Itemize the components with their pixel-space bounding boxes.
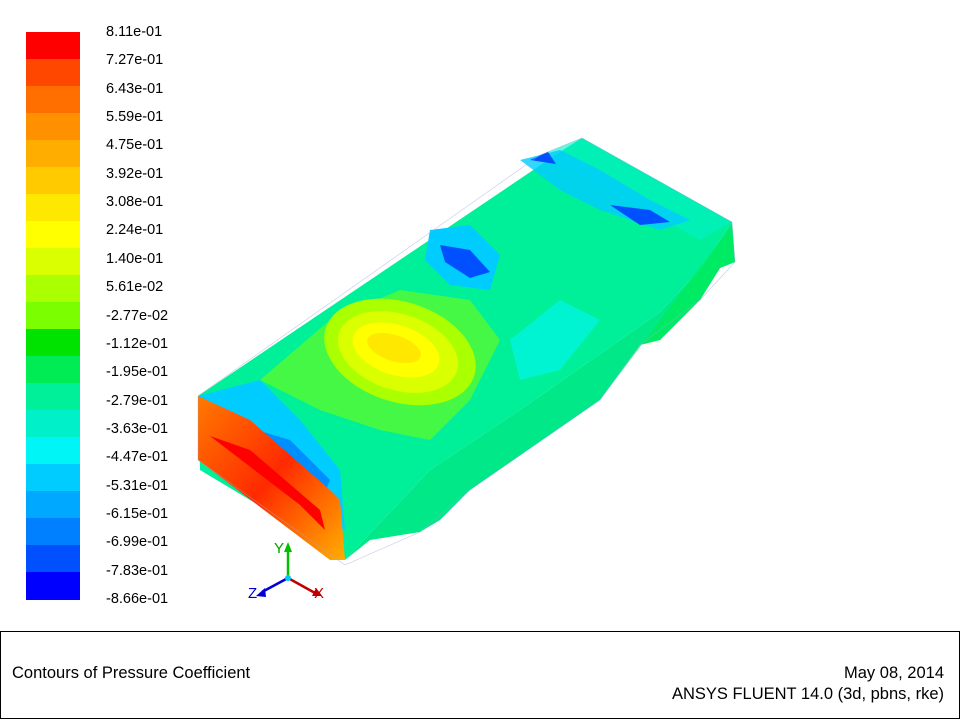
legend-tick-label: 1.40e-01 bbox=[106, 250, 164, 267]
legend-swatch bbox=[26, 59, 80, 87]
legend-tick-label: -2.77e-02 bbox=[106, 307, 169, 324]
legend-swatch bbox=[26, 140, 80, 168]
legend-swatch bbox=[26, 356, 80, 384]
software-version: ANSYS FLUENT 14.0 (3d, pbns, rke) bbox=[671, 685, 944, 703]
legend-tick-label: -1.12e-01 bbox=[106, 335, 169, 352]
legend-swatch bbox=[26, 194, 80, 222]
legend-swatch bbox=[26, 221, 80, 249]
info-panel: Contours of Pressure Coefficient May 08,… bbox=[0, 631, 960, 719]
legend-tick-label: 8.11e-01 bbox=[106, 24, 163, 40]
legend-swatch bbox=[26, 32, 80, 60]
legend-tick-label: -2.79e-01 bbox=[106, 392, 169, 409]
legend-tick-label: -6.99e-01 bbox=[106, 534, 169, 551]
legend-swatch bbox=[26, 329, 80, 357]
legend-tick-label: 5.61e-02 bbox=[106, 279, 164, 296]
legend-swatch bbox=[26, 518, 80, 546]
legend-tick-label: -5.31e-01 bbox=[106, 477, 169, 494]
legend-tick-label: 4.75e-01 bbox=[106, 137, 164, 154]
legend-swatch bbox=[26, 248, 80, 276]
legend-swatch bbox=[26, 302, 80, 330]
legend-swatch bbox=[26, 275, 80, 303]
legend-tick-label: -8.66e-01 bbox=[106, 591, 169, 607]
legend-swatch bbox=[26, 167, 80, 195]
legend-tick-label: 6.43e-01 bbox=[106, 80, 164, 97]
plot-title: Contours of Pressure Coefficient bbox=[12, 664, 251, 682]
legend-tick-label: -6.15e-01 bbox=[106, 505, 169, 522]
legend-tick-label: 3.08e-01 bbox=[106, 194, 164, 211]
legend-swatch bbox=[26, 383, 80, 411]
legend-swatch bbox=[26, 437, 80, 465]
legend-tick-label: 3.92e-01 bbox=[106, 165, 164, 182]
legend-swatch bbox=[26, 464, 80, 492]
legend-swatch bbox=[26, 113, 80, 141]
color-legend: 8.11e-01 7.27e-01 6.43e-01 5.59e-01 4.75e-01… bbox=[0, 0, 960, 630]
legend-swatch bbox=[26, 86, 80, 114]
legend-swatch bbox=[26, 545, 80, 573]
legend-swatch bbox=[26, 491, 80, 519]
plot-date: May 08, 2014 bbox=[844, 664, 944, 682]
legend-tick-label: -1.95e-01 bbox=[106, 364, 169, 381]
legend-tick-label: 2.24e-01 bbox=[106, 222, 164, 239]
legend-tick-label: -4.47e-01 bbox=[106, 449, 169, 466]
legend-tick-label: 7.27e-01 bbox=[106, 52, 164, 69]
legend-tick-label: -7.83e-01 bbox=[106, 562, 169, 579]
legend-swatch bbox=[26, 572, 80, 600]
legend-swatch bbox=[26, 410, 80, 438]
legend-tick-label: -3.63e-01 bbox=[106, 420, 169, 437]
legend-tick-label: 5.59e-01 bbox=[106, 109, 164, 126]
